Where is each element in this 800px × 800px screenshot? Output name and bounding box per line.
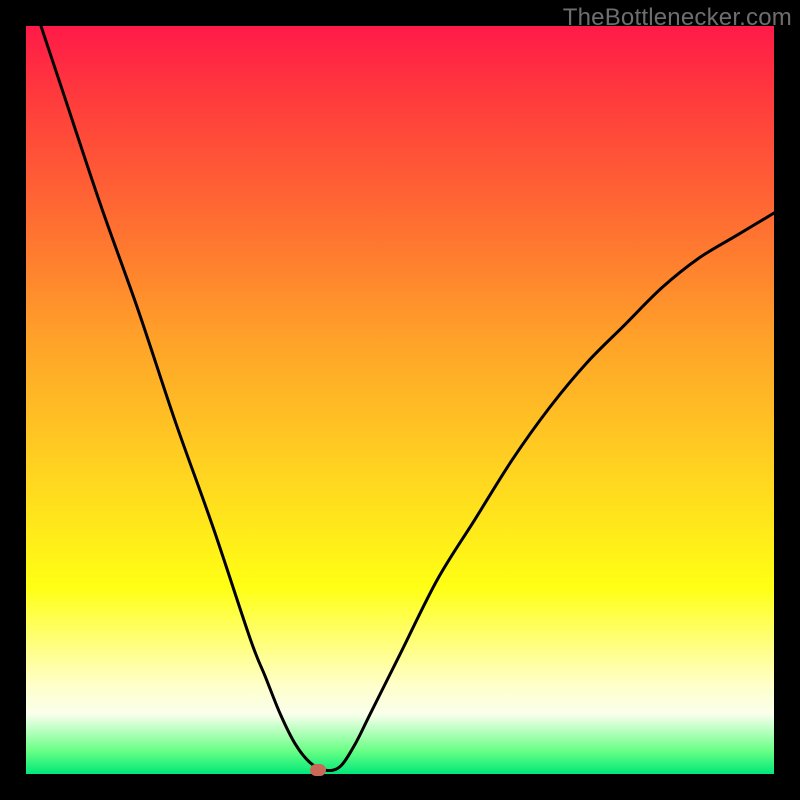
bottleneck-curve-path (41, 26, 774, 771)
optimal-point-marker (310, 764, 326, 776)
watermark-text: TheBottlenecker.com (563, 4, 792, 32)
bottleneck-chart (26, 26, 774, 774)
